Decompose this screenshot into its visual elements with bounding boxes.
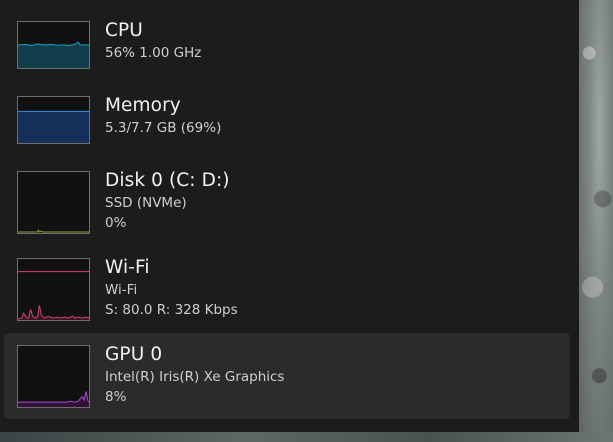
disk-graph-thumbnail [17,171,90,234]
wifi-graph-thumbnail [17,258,90,321]
perf-item-wifi[interactable]: Wi-Fi Wi-Fi S: 80.0 R: 328 Kbps [4,247,570,332]
cpu-title: CPU [105,20,143,41]
sidebar-scrollbar[interactable] [576,0,579,432]
gpu-sparkline [18,391,89,407]
perf-item-memory[interactable]: Memory 5.3/7.7 GB (69%) [4,85,570,160]
disk-usage: 0% [105,215,127,231]
cpu-sparkline [18,41,89,68]
perf-item-disk0[interactable]: Disk 0 (C: D:) SSD (NVMe) 0% [4,160,570,245]
perf-item-cpu[interactable]: CPU 56% 1.00 GHz [4,10,570,80]
cpu-usage-speed: 56% 1.00 GHz [105,45,202,61]
wifi-adapter-name: Wi-Fi [105,282,138,298]
wifi-title: Wi-Fi [105,257,150,278]
cpu-graph-thumbnail [17,21,90,69]
perf-item-gpu0[interactable]: GPU 0 Intel(R) Iris(R) Xe Graphics 8% [4,333,570,419]
gpu-graph-thumbnail [17,345,90,408]
wifi-throughput: S: 80.0 R: 328 Kbps [105,302,238,318]
memory-title: Memory [105,95,181,116]
disk-title: Disk 0 (C: D:) [105,170,230,191]
memory-usage: 5.3/7.7 GB (69%) [105,120,222,136]
memory-sparkline [18,110,89,143]
desktop-wallpaper-bottom [0,432,613,442]
disk-sparkline [18,229,89,233]
wifi-sparkline [18,271,89,320]
gpu-usage: 8% [105,389,127,405]
performance-sidebar: CPU 56% 1.00 GHz Memory 5.3/7.7 GB (69%)… [0,0,579,432]
disk-type: SSD (NVMe) [105,195,187,211]
desktop-wallpaper [579,0,613,442]
gpu-model: Intel(R) Iris(R) Xe Graphics [105,369,285,385]
memory-graph-thumbnail [17,96,90,144]
gpu-title: GPU 0 [105,344,163,365]
